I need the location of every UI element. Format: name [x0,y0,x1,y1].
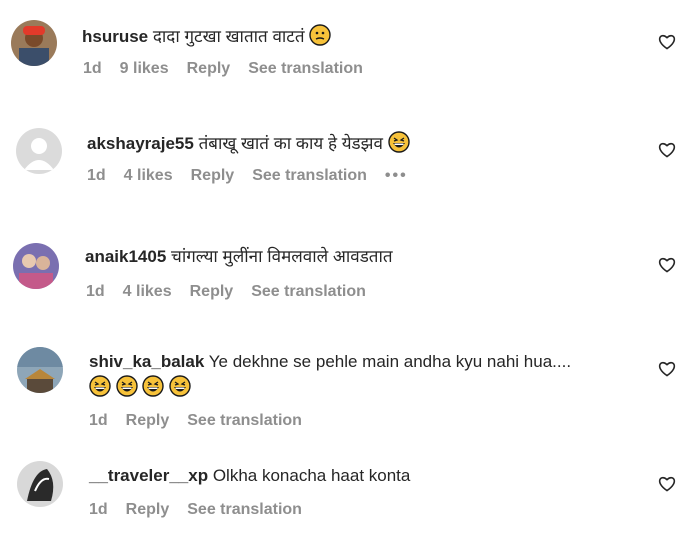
comment-meta: 1d 9 likes Reply See translation [83,60,381,78]
avatar[interactable] [17,461,63,507]
comment-likes[interactable]: 4 likes [124,167,173,185]
comment-time: 1d [87,167,106,184]
grinning-squinting-face-emoji-icon [116,375,138,397]
comment-line: anaik1405 चांगल्या मुलींना विमलवाले आवडत… [85,246,393,268]
reply-button[interactable]: Reply [187,60,231,78]
heart-outline-icon[interactable] [657,359,677,379]
comment-text: Ye dekhne se pehle main andha kyu nahi h… [208,352,572,371]
comment-text: चांगल्या मुलींना विमलवाले आवडतात [171,247,393,266]
comment-time: 1d [89,501,108,518]
comment-likes[interactable]: 9 likes [120,60,169,78]
see-translation-button[interactable]: See translation [187,501,302,519]
grinning-squinting-face-emoji-icon [142,375,165,397]
reply-button[interactable]: Reply [190,283,234,301]
comment-username[interactable]: anaik1405 [85,247,166,266]
comment-time: 1d [83,60,102,77]
avatar[interactable] [13,243,59,289]
comment-line: __traveler__xp Olkha konacha haat konta [89,465,410,487]
reply-button[interactable]: Reply [126,412,170,430]
comment-emoji-line [89,375,191,399]
comment-time: 1d [89,412,108,429]
comment-text: दादा गुटखा खातात वाटतं [152,27,305,46]
heart-outline-icon[interactable] [657,140,677,160]
comment-username[interactable]: __traveler__xp [89,466,208,485]
comment-meta: 1d Reply See translation [89,412,320,430]
see-translation-button[interactable]: See translation [187,412,302,430]
comment-username[interactable]: shiv_ka_balak [89,352,204,371]
comment-time: 1d [86,283,105,300]
comment-likes[interactable]: 4 likes [123,283,172,301]
grinning-squinting-face-emoji-icon [89,375,111,397]
heart-outline-icon[interactable] [657,255,677,275]
comment-text: तंबाखू खातं का काय हे येडझव [198,134,383,153]
avatar[interactable] [17,347,63,393]
comment-line: hsuruse दादा गुटखा खातात वाटतं [82,24,331,48]
heart-outline-icon[interactable] [657,32,677,52]
reply-button[interactable]: Reply [126,501,170,519]
comment-text: Olkha konacha haat konta [212,466,411,485]
grinning-squinting-face-emoji-icon [169,375,191,397]
reply-button[interactable]: Reply [191,167,235,185]
comment-line: shiv_ka_balak Ye dekhne se pehle main an… [89,351,571,373]
see-translation-button[interactable]: See translation [248,60,363,78]
avatar[interactable] [11,20,57,66]
thinking-face-emoji-icon [309,24,331,46]
heart-outline-icon[interactable] [657,474,677,494]
see-translation-button[interactable]: See translation [252,167,367,185]
avatar[interactable] [16,128,62,174]
grinning-squinting-face-emoji-icon [387,131,410,153]
see-translation-button[interactable]: See translation [251,283,366,301]
comment-meta: 1d 4 likes Reply See translation ••• [87,167,426,185]
comment-meta: 1d 4 likes Reply See translation [86,283,384,301]
comment-line: akshayraje55 तंबाखू खातं का काय हे येडझव [87,131,410,155]
comment-username[interactable]: hsuruse [82,27,148,46]
comment-meta: 1d Reply See translation [89,501,320,519]
more-options-button[interactable]: ••• [385,167,408,185]
comment-username[interactable]: akshayraje55 [87,134,194,153]
